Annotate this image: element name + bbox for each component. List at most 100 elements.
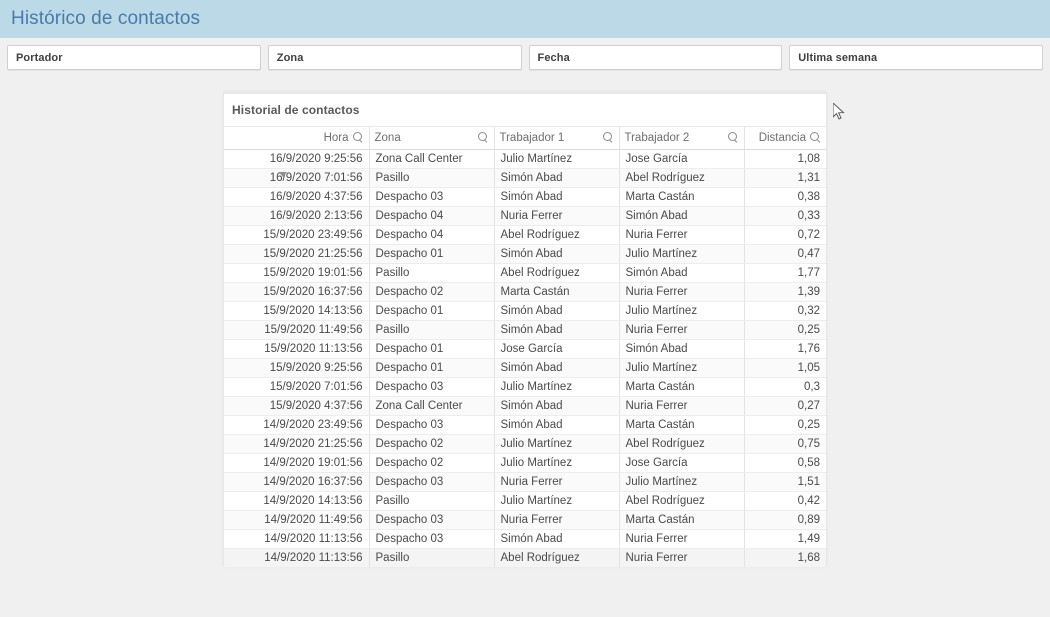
cell-zona: Despacho 01: [369, 301, 495, 321]
cell-distancia: 0,27: [744, 396, 826, 416]
search-icon[interactable]: [727, 132, 739, 143]
cell-zona: Pasillo: [369, 548, 495, 567]
cell-zona: Despacho 01: [369, 339, 495, 359]
cell-zona: Despacho 03: [369, 377, 495, 397]
table-row[interactable]: 14/9/2020 11:13:56 Despacho 03 Simón Abad N…: [224, 529, 826, 549]
cell-trabajador-2: Simón Abad: [619, 263, 745, 283]
table-row[interactable]: 14/9/2020 23:49:56 Despacho 03 Simón Abad M…: [224, 415, 826, 435]
cell-trabajador-1: Simón Abad: [494, 529, 620, 549]
table-row[interactable]: 15/9/2020 16:37:56 Despacho 02 Marta Castá…: [224, 282, 826, 302]
filter-zona[interactable]: Zona: [267, 45, 522, 70]
contacts-history-panel: Historial de contactos Hora Zona Trabaja…: [224, 91, 826, 567]
cell-trabajador-2: Marta Castán: [619, 187, 745, 207]
mouse-cursor: [833, 103, 845, 120]
column-header-distancia-label: Distancia: [758, 131, 806, 144]
cell-trabajador-2: Julio Martínez: [619, 472, 745, 492]
cell-trabajador-1: Nuria Ferrer: [494, 510, 620, 530]
column-header-distancia[interactable]: Distancia: [744, 127, 826, 150]
table-row[interactable]: 14/9/2020 11:49:56 Despacho 03 Nuria Ferre…: [224, 510, 826, 530]
column-header-trabajador-1[interactable]: Trabajador 1: [494, 127, 620, 150]
cell-trabajador-1: Nuria Ferrer: [494, 472, 620, 492]
cell-trabajador-1: Simón Abad: [494, 187, 620, 207]
cell-trabajador-2: Julio Martínez: [619, 244, 745, 264]
table-row[interactable]: 15/9/2020 19:01:56 Pasillo Abel Rodríguez S…: [224, 263, 826, 283]
cell-distancia: 1,77: [744, 263, 826, 283]
table-body: 16/9/2020 9:25:56 Zona Call Center Julio M…: [224, 149, 826, 567]
table-row[interactable]: 15/9/2020 21:25:56 Despacho 01 Simón Abad J…: [224, 244, 826, 264]
cell-zona: Despacho 01: [369, 244, 495, 264]
table-row[interactable]: 14/9/2020 14:13:56 Pasillo Julio Martínez A…: [224, 491, 826, 511]
cell-trabajador-1: Jose García: [494, 339, 620, 359]
cell-distancia: 0,3: [744, 377, 826, 397]
cell-zona: Despacho 03: [369, 529, 495, 549]
cell-trabajador-2: Nuria Ferrer: [619, 282, 745, 302]
cell-trabajador-1: Marta Castán: [494, 282, 620, 302]
table-row[interactable]: 16/9/2020 7:01:56 Pasillo Simón Abad Abel R…: [224, 168, 826, 188]
table-row[interactable]: 15/9/2020 9:25:56 Despacho 01 Simón Abad Ju…: [224, 358, 826, 378]
cell-zona: Despacho 02: [369, 282, 495, 302]
table-row[interactable]: 15/9/2020 11:49:56 Pasillo Simón Abad Nuria…: [224, 320, 826, 340]
table-row[interactable]: 14/9/2020 21:25:56 Despacho 02 Julio Martí…: [224, 434, 826, 454]
search-icon[interactable]: [477, 132, 489, 143]
table-row[interactable]: 15/9/2020 7:01:56 Despacho 03 Julio Martín…: [224, 377, 826, 397]
cell-hora: 16/9/2020 9:25:56: [224, 149, 370, 169]
cell-trabajador-2: Simón Abad: [619, 339, 745, 359]
cell-hora: 14/9/2020 14:13:56: [224, 491, 370, 511]
column-header-trabajador-2[interactable]: Trabajador 2: [619, 127, 745, 150]
table-row[interactable]: 16/9/2020 2:13:56 Despacho 04 Nuria Ferrer…: [224, 206, 826, 226]
cell-hora: 15/9/2020 11:49:56: [224, 320, 370, 340]
cell-hora: 15/9/2020 23:49:56: [224, 225, 370, 245]
table-row[interactable]: 15/9/2020 23:49:56 Despacho 04 Abel Rodríg…: [224, 225, 826, 245]
table-row[interactable]: 14/9/2020 19:01:56 Despacho 02 Julio Martí…: [224, 453, 826, 473]
cell-hora: 14/9/2020 16:37:56: [224, 472, 370, 492]
filter-ultima-semana-label: Ultima semana: [798, 51, 878, 64]
filter-zona-label: Zona: [276, 51, 304, 64]
cell-hora: 15/9/2020 14:13:56: [224, 301, 370, 321]
search-icon[interactable]: [352, 132, 364, 143]
cell-trabajador-2: Marta Castán: [619, 377, 745, 397]
cell-zona: Zona Call Center: [369, 396, 495, 416]
filter-fecha[interactable]: Fecha: [528, 45, 783, 70]
panel-title: Historial de contactos: [232, 103, 360, 117]
table-row[interactable]: 15/9/2020 4:37:56 Zona Call Center Simón A…: [224, 396, 826, 416]
cell-trabajador-1: Julio Martínez: [494, 377, 620, 397]
table-scroll-area[interactable]: Hora Zona Trabajador 1 Trabajador 2 Dist…: [224, 127, 826, 567]
cell-zona: Pasillo: [369, 263, 495, 283]
table-row[interactable]: 14/9/2020 16:37:56 Despacho 03 Nuria Ferre…: [224, 472, 826, 492]
filter-bar: Portador Zona Fecha Ultima semana: [0, 38, 1050, 74]
cell-distancia: 0,89: [744, 510, 826, 530]
cell-trabajador-2: Abel Rodríguez: [619, 168, 745, 188]
table-row[interactable]: 16/9/2020 4:37:56 Despacho 03 Simón Abad Ma…: [224, 187, 826, 207]
filter-fecha-label: Fecha: [537, 51, 570, 64]
filter-ultima-semana[interactable]: Ultima semana: [789, 45, 1043, 70]
table-row[interactable]: 15/9/2020 11:13:56 Despacho 01 Jose García…: [224, 339, 826, 359]
table-row[interactable]: 16/9/2020 9:25:56 Zona Call Center Julio M…: [224, 149, 826, 169]
column-header-hora[interactable]: Hora: [224, 127, 370, 150]
cell-trabajador-1: Julio Martínez: [494, 149, 620, 169]
cell-zona: Despacho 01: [369, 358, 495, 378]
cell-zona: Despacho 04: [369, 206, 495, 226]
cell-zona: Despacho 02: [369, 434, 495, 454]
filter-portador[interactable]: Portador: [7, 45, 261, 70]
table-row[interactable]: 14/9/2020 11:13:56 Pasillo Abel Rodríguez N…: [224, 548, 826, 567]
cell-zona: Pasillo: [369, 320, 495, 340]
search-icon[interactable]: [810, 132, 821, 143]
table-row[interactable]: 15/9/2020 14:13:56 Despacho 01 Simón Abad J…: [224, 301, 826, 321]
cell-zona: Despacho 03: [369, 415, 495, 435]
cell-distancia: 0,25: [744, 415, 826, 435]
column-header-zona[interactable]: Zona: [369, 127, 495, 150]
cell-distancia: 0,42: [744, 491, 826, 511]
cell-hora: 15/9/2020 19:01:56: [224, 263, 370, 283]
search-icon[interactable]: [602, 132, 614, 143]
cell-trabajador-1: Simón Abad: [494, 244, 620, 264]
cell-hora: 15/9/2020 21:25:56: [224, 244, 370, 264]
panel-title-bar: Historial de contactos: [224, 94, 826, 127]
cell-distancia: 0,47: [744, 244, 826, 264]
cell-zona: Despacho 03: [369, 472, 495, 492]
cell-trabajador-2: Nuria Ferrer: [619, 548, 745, 567]
cell-distancia: 0,32: [744, 301, 826, 321]
cell-distancia: 1,51: [744, 472, 826, 492]
cell-hora: 14/9/2020 11:13:56: [224, 529, 370, 549]
cell-trabajador-2: Marta Castán: [619, 415, 745, 435]
cell-hora: 15/9/2020 4:37:56: [224, 396, 370, 416]
